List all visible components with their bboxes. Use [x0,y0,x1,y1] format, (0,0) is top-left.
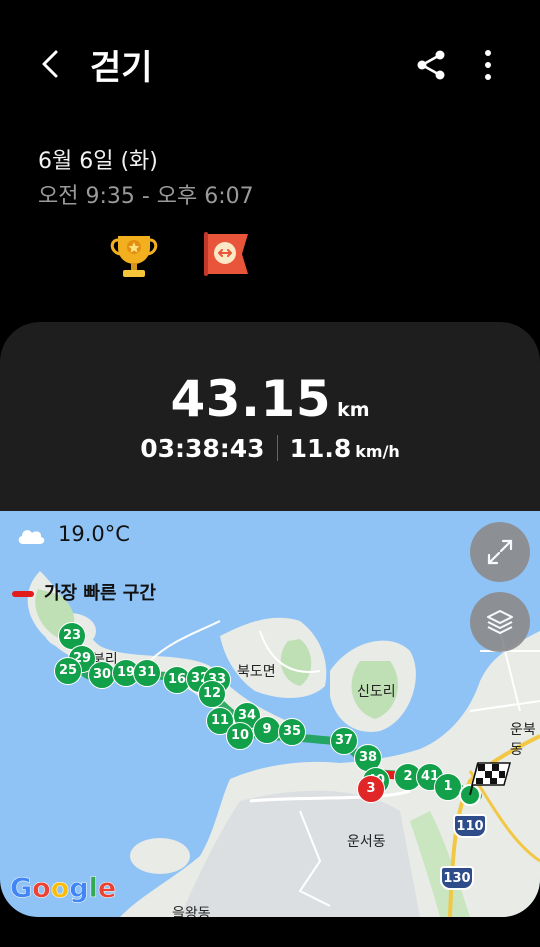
expand-map-button[interactable] [470,522,530,582]
place-label: 운북동 [510,722,536,758]
legend-swatch [12,591,34,597]
summary-card [0,322,540,542]
route-marker[interactable]: 25 [54,657,82,685]
page-title: 걷기 [90,48,153,88]
distance-unit: km [337,399,370,421]
route-marker[interactable]: 10 [226,722,254,750]
google-logo: Google [10,873,117,905]
duration-value: 03:38:43 [140,434,265,463]
road-shield: 110 [453,814,487,838]
speed-unit: km/h [355,442,400,461]
layers-icon [487,610,513,634]
route-marker[interactable]: 37 [330,727,358,755]
cloud-icon [18,530,45,544]
place-label: 북도면 [237,664,276,680]
session-time-range: 오전 9:35 - 오후 6:07 [38,184,254,209]
expand-icon [487,539,513,565]
distance-display: 43.15 km [0,370,540,428]
road-shield: 130 [440,866,474,890]
map-layers-button[interactable] [470,592,530,652]
map-base [0,571,540,917]
stats-row: 03:38:43 11.8 km/h [0,434,540,463]
route-map[interactable]: 북도면 신도리 운서동 을왕동 운북동 북리 110 130 23 29 25 … [0,511,540,917]
flag-badge-icon[interactable] [198,226,254,282]
speed-value: 11.8 [289,434,352,463]
chevron-left-icon[interactable] [34,46,70,82]
route-marker[interactable]: 9 [253,716,281,744]
more-vertical-icon[interactable] [474,48,502,82]
legend-label: 가장 빠른 구간 [44,583,156,604]
place-label: 신도리 [357,684,396,700]
weather-info: 19.0°C [16,522,130,546]
session-date: 6월 6일 (화) [38,149,158,174]
route-marker[interactable]: 31 [133,659,161,687]
top-app-bar: 걷기 [0,0,540,130]
share-icon[interactable] [414,48,448,82]
place-label: 을왕동 [172,906,211,917]
stats-divider [276,435,278,461]
checkered-flag-icon[interactable] [458,759,514,807]
temperature-value: 19.0°C [58,522,130,546]
fastest-legend: 가장 빠른 구간 [12,579,156,605]
route-marker[interactable]: 12 [198,680,226,708]
trophy-icon[interactable] [106,226,162,282]
route-marker[interactable]: 35 [278,718,306,746]
distance-value: 43.15 [170,370,332,428]
place-label: 운서동 [347,834,386,850]
fastest-section-marker[interactable]: 3 [357,775,385,803]
